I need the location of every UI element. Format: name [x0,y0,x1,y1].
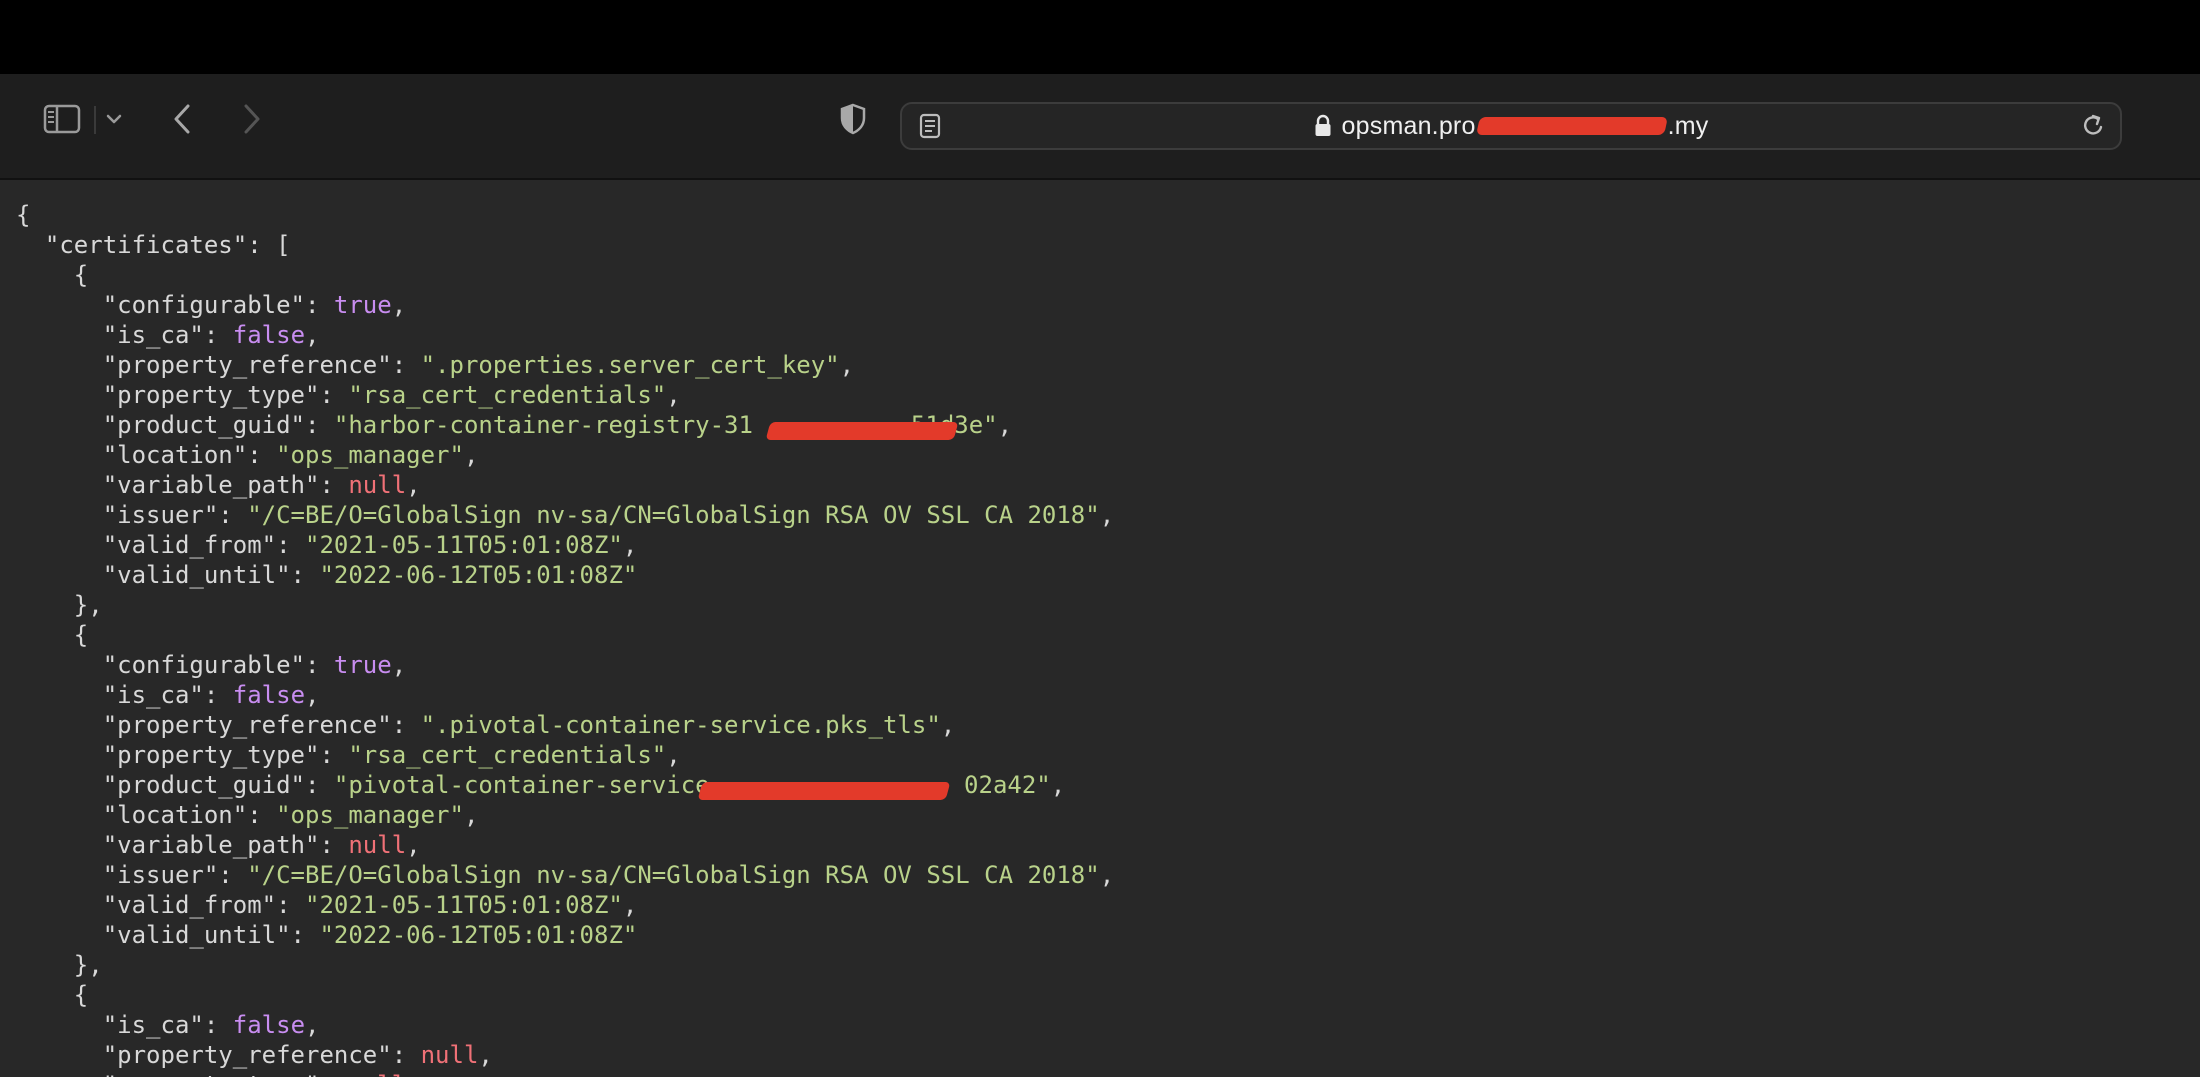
chevron-down-icon[interactable] [102,96,126,142]
json-text: { "certificates": [ { "configurable": tr… [16,201,1115,1077]
url-text-start: opsman.pro [1341,111,1476,140]
lock-icon [1314,114,1332,138]
toolbar-divider [94,106,96,134]
address-bar[interactable]: opsman.pro .my [900,102,2122,150]
reload-icon[interactable] [2078,110,2108,142]
url-redaction-mark [1475,117,1668,135]
json-viewer: { "certificates": [ { "configurable": tr… [0,180,2200,1077]
system-menu-bar [0,0,2200,74]
back-arrow-icon[interactable] [168,96,196,142]
browser-toolbar: opsman.pro .my [0,74,2200,180]
forward-arrow-icon[interactable] [238,96,266,142]
sidebar-icon[interactable] [40,96,84,142]
url-text-end: .my [1667,111,1709,140]
redaction-mark-guid-1 [765,422,959,440]
privacy-shield-icon[interactable] [836,96,870,142]
url-display: opsman.pro .my [902,104,2120,148]
redaction-mark-guid-2 [697,782,951,800]
